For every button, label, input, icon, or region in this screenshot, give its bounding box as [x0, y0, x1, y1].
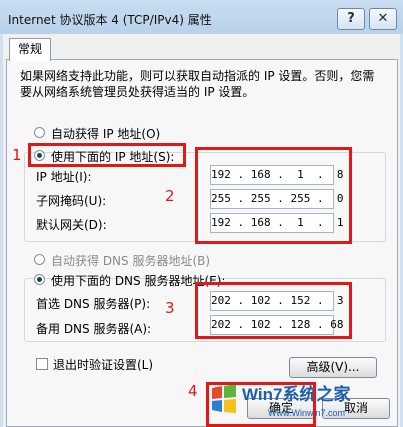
validate-checkbox[interactable] — [36, 358, 48, 370]
description-text: 如果网络支持此功能，则可以获取自动指派的 IP 设置。否则，您需要从网络系统管理… — [20, 69, 375, 99]
preferred-dns-label: 首选 DNS 服务器(P): — [36, 297, 151, 311]
close-button[interactable]: ✕ — [369, 8, 397, 30]
validate-label[interactable]: 退出时验证设置(L) — [53, 356, 153, 373]
window-title: Internet 协议版本 4 (TCP/IPv4) 属性 — [8, 13, 212, 27]
auto-dns-label[interactable]: 自动获得 DNS 服务器地址(B) — [51, 252, 210, 269]
alternate-dns-label: 备用 DNS 服务器(A): — [36, 322, 152, 336]
gateway-label: 默认网关(D): — [36, 218, 107, 232]
manual-dns-radio[interactable] — [34, 274, 45, 285]
annotation-number-2: 2 — [165, 187, 175, 205]
annotation-box-1 — [28, 143, 186, 167]
advanced-button[interactable]: 高级(V)... — [289, 357, 377, 378]
annotation-number-1: 1 — [12, 146, 22, 164]
ip-address-label: IP 地址(I): — [36, 170, 92, 184]
annotation-box-4 — [206, 382, 316, 427]
annotation-number-3: 3 — [165, 299, 175, 317]
subnet-mask-label: 子网掩码(U): — [36, 194, 107, 208]
annotation-number-4: 4 — [188, 382, 198, 400]
auto-ip-label[interactable]: 自动获得 IP 地址(O) — [51, 125, 160, 142]
auto-dns-radio[interactable] — [34, 254, 45, 265]
help-button[interactable]: ? — [337, 8, 365, 30]
annotation-box-2 — [195, 147, 352, 244]
tab-general[interactable]: 常规 — [9, 38, 51, 61]
annotation-box-3 — [195, 282, 352, 339]
auto-ip-radio[interactable] — [34, 127, 45, 138]
